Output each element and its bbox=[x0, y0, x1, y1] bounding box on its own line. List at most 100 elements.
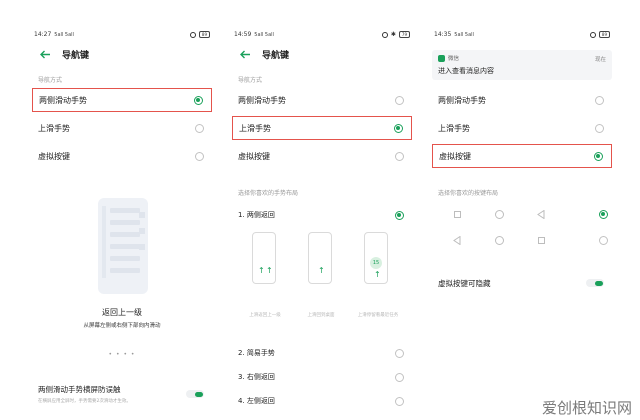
layout-label: 3. 右侧返回 bbox=[238, 373, 275, 381]
gesture-caption: 上滑回到桌面 bbox=[307, 313, 335, 318]
radio-selected[interactable] bbox=[599, 210, 608, 219]
gesture-caption: 上滑返回上一级 bbox=[249, 313, 281, 318]
option-label: 上滑手势 bbox=[38, 123, 70, 133]
radio-selected[interactable] bbox=[395, 210, 404, 220]
arrow-up-icon: ↑ bbox=[318, 266, 325, 275]
misoperation-toggle[interactable] bbox=[186, 390, 204, 398]
layout-section-label: 选择你喜欢的手势布局 bbox=[238, 190, 299, 197]
option-virtual-keys[interactable]: 虚拟按键 bbox=[432, 144, 612, 168]
square-icon bbox=[536, 235, 546, 245]
back-arrow-icon[interactable] bbox=[38, 47, 52, 61]
option-two-side-gesture[interactable]: 两侧滑动手势 bbox=[232, 88, 412, 112]
circle-icon bbox=[494, 209, 504, 219]
radio-unselected[interactable] bbox=[395, 396, 404, 406]
option-swipe-up-gesture[interactable]: 上滑手势 bbox=[32, 116, 212, 140]
gesture-demo-home: ↑ bbox=[308, 232, 332, 284]
layout-option-1[interactable]: 1. 两侧返回 bbox=[232, 203, 412, 227]
signal-icon: 5all 5all bbox=[254, 31, 274, 38]
recents-badge: 15 bbox=[370, 257, 382, 269]
option-label: 上滑手势 bbox=[438, 123, 470, 133]
arrow-up-icon: ↑ bbox=[266, 266, 273, 275]
wechat-icon bbox=[438, 54, 445, 62]
signal-icon: 5all 5all bbox=[454, 31, 474, 38]
radio-unselected[interactable] bbox=[599, 236, 608, 245]
option-two-side-gesture[interactable]: 两侧滑动手势 bbox=[432, 88, 612, 112]
status-time: 14:59 bbox=[234, 31, 252, 38]
status-bar: 14:27 5all 5all 89 bbox=[34, 31, 210, 38]
battery-icon: 89 bbox=[198, 31, 210, 38]
radio-unselected[interactable] bbox=[395, 348, 404, 358]
triangle-back-icon bbox=[536, 209, 546, 219]
option-virtual-keys[interactable]: 虚拟按键 bbox=[232, 144, 412, 168]
alarm-icon bbox=[381, 31, 388, 38]
gesture-caption: 上滑停留看最近任务 bbox=[357, 313, 399, 318]
option-label: 两侧滑动手势 bbox=[238, 95, 286, 105]
key-layout-section-label: 选择你喜欢的按键布局 bbox=[438, 190, 499, 197]
gesture-demo-recents: 15 ↑ bbox=[364, 232, 388, 284]
square-icon bbox=[452, 209, 462, 219]
page-title: 导航键 bbox=[62, 50, 90, 61]
screen-swipe-up-gesture: 14:59 5all 5all ✱ 79 导航键 导航方式 两侧滑动手势 上滑手… bbox=[228, 20, 416, 420]
alarm-icon bbox=[589, 31, 596, 38]
option-label: 虚拟按键 bbox=[238, 151, 270, 161]
back-arrow-icon[interactable] bbox=[238, 47, 252, 61]
status-bar: 14:35 5all 5all 89 bbox=[434, 31, 610, 38]
layout-label: 2. 简易手势 bbox=[238, 349, 275, 357]
nav-bar: 导航键 bbox=[238, 46, 406, 62]
option-virtual-keys[interactable]: 虚拟按键 bbox=[32, 144, 212, 168]
page-indicator: • • • • bbox=[108, 351, 136, 358]
setting-description: 在横屏应用全屏时，手势需要2次滑动才生效。 bbox=[38, 399, 131, 404]
watermark: 爱创根知识网 bbox=[541, 399, 632, 417]
arrow-up-icon: ↑ bbox=[258, 266, 265, 275]
radio-unselected[interactable] bbox=[395, 151, 404, 161]
notification-time: 现在 bbox=[594, 57, 606, 63]
radio-unselected[interactable] bbox=[195, 151, 204, 161]
radio-unselected[interactable] bbox=[595, 95, 604, 105]
notification-app: 微信 bbox=[438, 54, 606, 62]
screen-virtual-keys: 14:35 5all 5all 89 微信 现在 进入查看消息内容 两侧滑动手势… bbox=[428, 20, 616, 420]
option-two-side-gesture[interactable]: 两侧滑动手势 bbox=[32, 88, 212, 112]
notification-app-name: 微信 bbox=[448, 56, 460, 62]
option-label: 上滑手势 bbox=[239, 123, 271, 133]
layout-option-4[interactable]: 4. 左侧返回 bbox=[232, 389, 412, 413]
battery-icon: 89 bbox=[598, 31, 610, 38]
signal-icon: 5all 5all bbox=[54, 31, 74, 38]
screen-two-side-gesture: 14:27 5all 5all 89 导航键 导航方式 两侧滑动手势 上滑手势 … bbox=[28, 20, 216, 420]
illustration-title: 返回上一级 bbox=[102, 308, 142, 317]
hideable-toggle[interactable] bbox=[586, 279, 604, 287]
gesture-demo-back: ↑ ↑ bbox=[252, 232, 276, 284]
page-title: 导航键 bbox=[262, 50, 290, 61]
circle-icon bbox=[494, 235, 504, 245]
arrow-up-icon: ↑ bbox=[374, 270, 381, 279]
illustration-description: 从屏幕左侧或右侧下部向内滑动 bbox=[83, 323, 161, 329]
status-time: 14:35 bbox=[434, 31, 452, 38]
option-swipe-up-gesture[interactable]: 上滑手势 bbox=[232, 116, 412, 140]
nav-bar: 导航键 bbox=[38, 46, 206, 62]
radio-selected[interactable] bbox=[594, 151, 603, 161]
radio-unselected[interactable] bbox=[195, 123, 204, 133]
option-label: 虚拟按键 bbox=[439, 151, 471, 161]
status-bar: 14:59 5all 5all ✱ 79 bbox=[234, 31, 410, 38]
triangle-back-icon bbox=[452, 235, 462, 245]
option-label: 虚拟按键 bbox=[38, 151, 70, 161]
option-label: 两侧滑动手势 bbox=[438, 95, 486, 105]
hideable-label: 虚拟按键可隐藏 bbox=[438, 279, 491, 288]
radio-selected[interactable] bbox=[394, 123, 403, 133]
layout-label: 4. 左侧返回 bbox=[238, 397, 275, 405]
bluetooth-icon: ✱ bbox=[390, 31, 396, 38]
radio-unselected[interactable] bbox=[595, 123, 604, 133]
layout-option-3[interactable]: 3. 右侧返回 bbox=[232, 365, 412, 389]
option-label: 两侧滑动手势 bbox=[39, 95, 87, 105]
radio-selected[interactable] bbox=[194, 95, 203, 105]
setting-label: 两侧滑动手势横屏防误触 bbox=[38, 385, 121, 394]
section-label: 导航方式 bbox=[238, 77, 263, 84]
wechat-notification[interactable]: 微信 现在 进入查看消息内容 bbox=[432, 50, 612, 80]
layout-option-2[interactable]: 2. 简易手势 bbox=[232, 341, 412, 365]
alarm-icon bbox=[189, 31, 196, 38]
radio-unselected[interactable] bbox=[395, 95, 404, 105]
radio-unselected[interactable] bbox=[395, 372, 404, 382]
layout-label: 1. 两侧返回 bbox=[238, 211, 275, 219]
status-time: 14:27 bbox=[34, 31, 52, 38]
battery-icon: 79 bbox=[398, 31, 410, 38]
option-swipe-up-gesture[interactable]: 上滑手势 bbox=[432, 116, 612, 140]
